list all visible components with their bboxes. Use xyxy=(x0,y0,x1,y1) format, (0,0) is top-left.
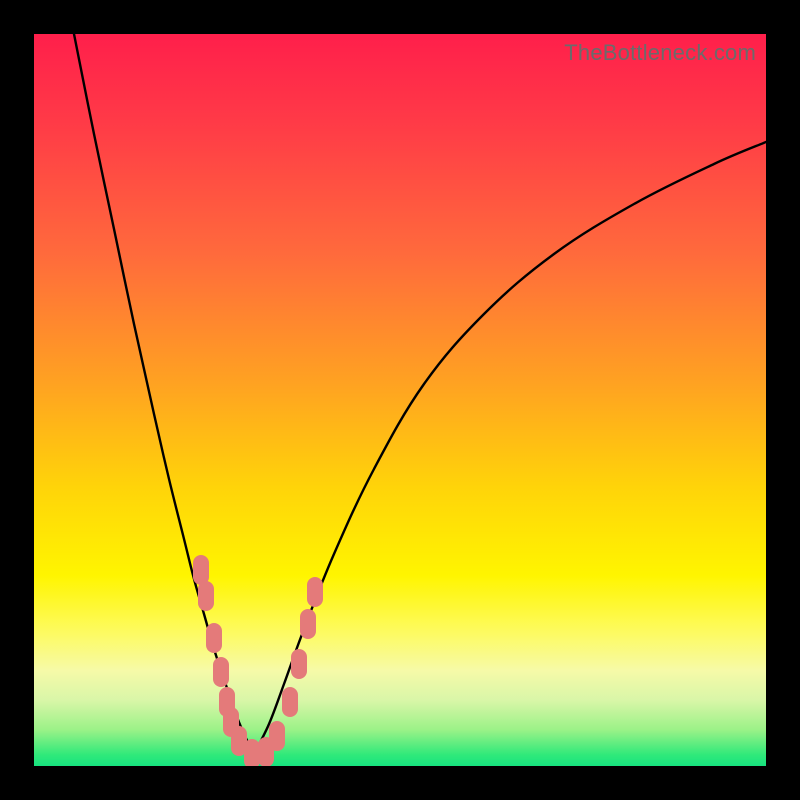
curve-marker xyxy=(206,623,222,653)
bottleneck-curve xyxy=(74,34,766,757)
curve-marker xyxy=(244,739,260,766)
curve-marker xyxy=(193,555,209,585)
chart-frame: TheBottleneck.com xyxy=(0,0,800,800)
curve-marker xyxy=(307,577,323,607)
plot-area: TheBottleneck.com xyxy=(34,34,766,766)
curve-marker xyxy=(291,649,307,679)
bottleneck-curve-svg xyxy=(34,34,766,766)
marker-group xyxy=(193,555,323,766)
curve-marker xyxy=(213,657,229,687)
curve-marker xyxy=(300,609,316,639)
curve-marker xyxy=(198,581,214,611)
curve-marker xyxy=(282,687,298,717)
curve-marker xyxy=(269,721,285,751)
